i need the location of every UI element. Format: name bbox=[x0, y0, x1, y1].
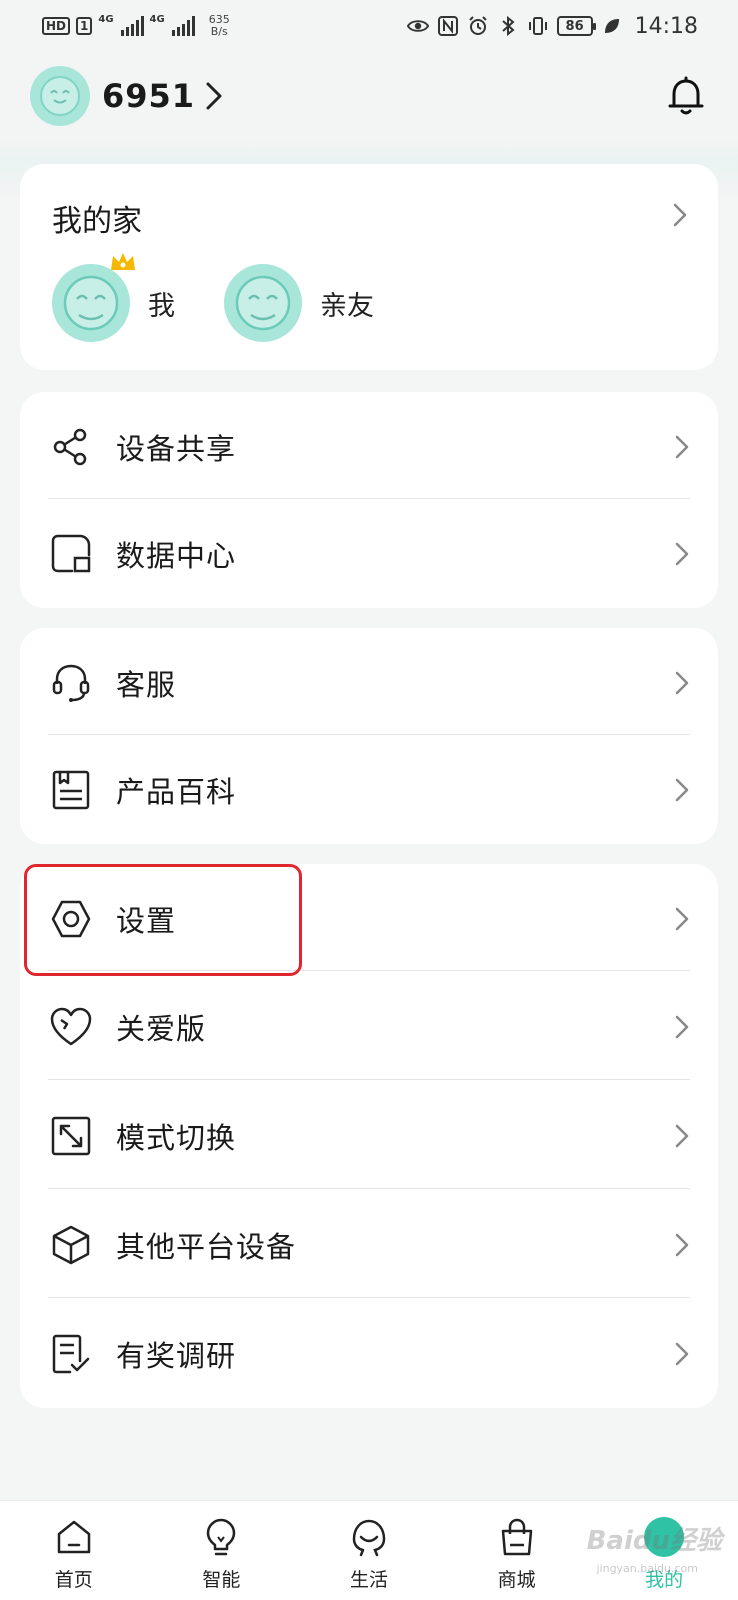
avatar bbox=[52, 253, 135, 342]
heart-icon bbox=[48, 1004, 94, 1050]
home-icon bbox=[52, 1515, 96, 1559]
divider bbox=[48, 1297, 690, 1298]
menu-item-other-platform-devices[interactable]: 其他平台设备 bbox=[48, 1190, 690, 1299]
status-left: HD 1 4G 4G 635 B/s bbox=[42, 14, 230, 38]
nav-life[interactable]: 生活 bbox=[295, 1501, 443, 1600]
headset-icon bbox=[48, 660, 94, 706]
leaf-icon bbox=[601, 15, 623, 37]
menu-item-data-center[interactable]: 数据中心 bbox=[48, 499, 690, 608]
menu-item-label: 设备共享 bbox=[116, 431, 237, 466]
life-icon bbox=[347, 1515, 391, 1559]
chevron-right-icon bbox=[674, 1014, 690, 1040]
vibrate-icon bbox=[527, 15, 549, 37]
chevron-right-icon bbox=[674, 906, 690, 932]
signal-icon bbox=[171, 16, 195, 36]
menu-item-customer-service[interactable]: 客服 bbox=[48, 628, 690, 737]
nfc-icon bbox=[437, 15, 459, 37]
mode-switch-icon bbox=[48, 1113, 94, 1159]
cube-icon bbox=[48, 1222, 94, 1268]
chevron-right-icon[interactable] bbox=[205, 81, 223, 111]
clock: 14:18 bbox=[634, 13, 698, 39]
survey-icon bbox=[48, 1331, 94, 1377]
nav-mall[interactable]: 商城 bbox=[443, 1501, 591, 1600]
data-center-icon bbox=[48, 531, 94, 577]
status-bar: HD 1 4G 4G 635 B/s 86 14:18 bbox=[0, 0, 738, 52]
battery-icon: 86 bbox=[556, 16, 596, 36]
menu-item-label: 其他平台设备 bbox=[116, 1229, 297, 1264]
menu-item-survey[interactable]: 有奖调研 bbox=[48, 1299, 690, 1408]
divider bbox=[48, 1079, 690, 1080]
net-speed: 635 B/s bbox=[209, 14, 230, 38]
settings-highlight-box bbox=[24, 864, 302, 976]
book-icon bbox=[48, 767, 94, 813]
avatar[interactable] bbox=[30, 66, 90, 126]
alarm-icon bbox=[467, 15, 489, 37]
menu-item-mode-switch[interactable]: 模式切换 bbox=[48, 1081, 690, 1190]
nav-label: 生活 bbox=[349, 1569, 388, 1591]
hd-badge: HD bbox=[42, 17, 71, 35]
menu-item-care-mode[interactable]: 关爱版 bbox=[48, 972, 690, 1081]
menu-item-label: 客服 bbox=[116, 667, 177, 702]
net-speed-unit: B/s bbox=[210, 25, 228, 38]
chevron-right-icon bbox=[674, 1232, 690, 1258]
bluetooth-icon bbox=[497, 15, 519, 37]
divider bbox=[48, 1188, 690, 1189]
eye-icon bbox=[406, 15, 429, 37]
menu-item-label: 模式切换 bbox=[116, 1120, 237, 1155]
bell-icon[interactable] bbox=[664, 74, 708, 118]
network-type-b: 4G bbox=[149, 14, 165, 25]
shopping-bag-icon bbox=[495, 1515, 539, 1559]
menu-group-1: 设备共享 数据中心 bbox=[20, 392, 718, 608]
chevron-right-icon[interactable] bbox=[672, 202, 688, 232]
nav-smart[interactable]: 智能 bbox=[148, 1501, 296, 1600]
watermark: Baidu经验 bbox=[586, 1526, 722, 1556]
my-home-title: 我的家 bbox=[52, 204, 142, 239]
member-friends[interactable]: 亲友 bbox=[224, 264, 374, 342]
member-label: 亲友 bbox=[320, 290, 374, 322]
chevron-right-icon bbox=[674, 777, 690, 803]
chevron-right-icon bbox=[674, 1123, 690, 1149]
my-home-card[interactable]: 我的家 我 亲友 bbox=[20, 164, 718, 370]
member-me[interactable]: 我 bbox=[52, 253, 175, 342]
menu-item-label: 关爱版 bbox=[116, 1011, 207, 1046]
nav-label: 首页 bbox=[54, 1569, 93, 1591]
nav-label: 商城 bbox=[497, 1569, 536, 1591]
crown-icon bbox=[108, 250, 138, 278]
profile-header: 6951 bbox=[30, 64, 708, 128]
menu-item-label: 有奖调研 bbox=[116, 1338, 237, 1373]
menu-item-device-share[interactable]: 设备共享 bbox=[48, 392, 690, 501]
network-type-a: 4G bbox=[98, 14, 114, 25]
menu-item-product-wiki[interactable]: 产品百科 bbox=[48, 735, 690, 844]
member-label: 我 bbox=[148, 290, 175, 322]
status-right: 86 14:18 bbox=[406, 13, 698, 39]
watermark-url: jingyan.baidu.com bbox=[596, 1562, 698, 1575]
share-icon bbox=[48, 424, 94, 470]
chevron-right-icon bbox=[674, 541, 690, 567]
chevron-right-icon bbox=[674, 434, 690, 460]
menu-item-label: 数据中心 bbox=[116, 538, 237, 573]
signal-icon bbox=[120, 16, 144, 36]
bulb-icon bbox=[199, 1515, 243, 1559]
menu-group-2: 客服 产品百科 bbox=[20, 628, 718, 844]
chevron-right-icon bbox=[674, 670, 690, 696]
avatar bbox=[224, 264, 302, 342]
menu-item-label: 产品百科 bbox=[116, 774, 237, 809]
nav-label: 智能 bbox=[202, 1569, 241, 1591]
user-name[interactable]: 6951 bbox=[102, 77, 195, 115]
sim-badge: 1 bbox=[76, 17, 93, 35]
chevron-right-icon bbox=[674, 1341, 690, 1367]
nav-home[interactable]: 首页 bbox=[0, 1501, 148, 1600]
